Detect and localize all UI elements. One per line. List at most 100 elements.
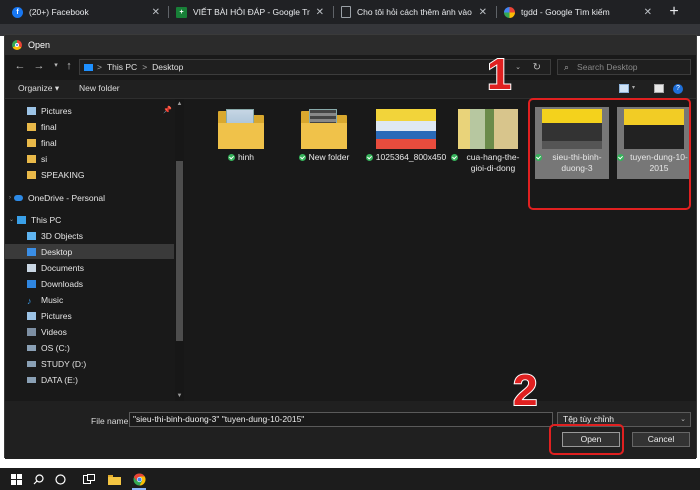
nav-item-label: Documents: [41, 262, 84, 273]
forward-arrow-icon[interactable]: →: [32, 59, 46, 73]
nav-pane-scrollbar[interactable]: ▲ ▼: [175, 99, 184, 401]
tab-google-search[interactable]: tgdd - Google Tìm kiếm ✕: [498, 2, 658, 22]
image-thumbnail: [376, 109, 436, 149]
task-switch-icon[interactable]: [81, 471, 97, 487]
search-icon[interactable]: [30, 471, 46, 487]
nav-item-label: OneDrive - Personal: [28, 192, 106, 203]
drive-icon: [27, 360, 36, 367]
sync-check-icon: [451, 154, 458, 161]
file-name-input[interactable]: "sieu-thi-binh-duong-3" "tuyen-dung-10-2…: [129, 412, 553, 427]
nav-item-onedrive[interactable]: › OneDrive - Personal: [9, 190, 173, 205]
pin-icon[interactable]: 📌: [163, 106, 172, 114]
nav-item-final-2[interactable]: final: [27, 135, 173, 150]
search-box[interactable]: ⌕ Search Desktop: [557, 59, 691, 75]
drive-icon: [27, 376, 36, 383]
breadcrumb-sep: >: [142, 62, 148, 72]
file-explorer-icon[interactable]: [106, 471, 122, 487]
annotation-step-2: 2: [512, 365, 539, 416]
drive-icon: [27, 344, 36, 351]
search-placeholder: Search Desktop: [577, 62, 638, 72]
nav-item-label: STUDY (D:): [41, 358, 87, 369]
nav-item-label: 3D Objects: [41, 230, 84, 241]
nav-item-data-e[interactable]: DATA (E:): [27, 372, 173, 387]
nav-item-label: final: [41, 121, 57, 132]
dialog-toolbar: Organize ▾ New folder ▾ ?: [5, 80, 696, 99]
pc-icon: [84, 63, 93, 71]
nav-item-desktop[interactable]: Desktop: [5, 244, 174, 259]
tab-title: VIẾT BÀI HỎI ĐÁP - Google Trang tính: [193, 7, 310, 17]
breadcrumb-this-pc[interactable]: This PC: [107, 62, 137, 72]
chevron-down-icon[interactable]: ⌄: [515, 63, 521, 71]
back-arrow-icon[interactable]: ←: [13, 59, 27, 73]
tab-separator: [496, 6, 497, 18]
chrome-icon[interactable]: [131, 471, 147, 490]
scrollbar-thumb[interactable]: [176, 161, 183, 341]
breadcrumb-desktop[interactable]: Desktop: [152, 62, 183, 72]
tab-facebook[interactable]: f (20+) Facebook ✕: [6, 2, 166, 22]
folder-icon: [27, 170, 36, 179]
nav-item-3d-objects[interactable]: 3D Objects: [27, 228, 173, 243]
scroll-up-icon[interactable]: ▲: [176, 101, 183, 107]
new-folder-button[interactable]: New folder: [79, 83, 120, 93]
expand-chevron-icon[interactable]: ›: [9, 195, 11, 201]
downloads-icon: [27, 279, 36, 288]
nav-item-label: final: [41, 137, 57, 148]
nav-item-label: Pictures: [41, 310, 72, 321]
close-icon[interactable]: ✕: [152, 7, 160, 18]
help-icon[interactable]: ?: [673, 84, 683, 94]
scroll-down-icon[interactable]: ▼: [176, 393, 183, 399]
up-arrow-icon[interactable]: ↑: [62, 59, 76, 73]
chevron-down-icon[interactable]: ▾: [632, 84, 635, 91]
annotation-box-open-button: [549, 424, 624, 455]
file-item-new-folder[interactable]: New folder: [287, 109, 361, 163]
refresh-icon[interactable]: ↻: [533, 62, 541, 73]
tab-google-sheets[interactable]: + VIẾT BÀI HỎI ĐÁP - Google Trang tính ✕: [170, 2, 330, 22]
tab-hoi-dap[interactable]: Cho tôi hỏi cách thêm ảnh vào a ✕: [335, 2, 493, 22]
windows-icon[interactable]: [8, 471, 24, 487]
navigation-pane: Pictures 📌 final final si SPEAKING › One…: [5, 99, 174, 401]
close-icon[interactable]: ✕: [316, 7, 324, 18]
image-thumbnail: [458, 109, 518, 149]
videos-icon: [27, 327, 36, 336]
nav-item-si[interactable]: si: [27, 151, 173, 166]
sync-check-icon: [298, 154, 306, 161]
nav-item-pictures-quick[interactable]: Pictures: [27, 103, 173, 118]
nav-item-videos[interactable]: Videos: [27, 324, 173, 339]
new-tab-button[interactable]: +: [664, 2, 684, 22]
nav-item-os-c[interactable]: OS (C:): [27, 340, 173, 355]
file-item-cua-hang[interactable]: cua-hang-the-gioi-di-dong: [451, 109, 525, 174]
organize-button[interactable]: Organize ▾: [18, 83, 59, 94]
nav-item-downloads[interactable]: Downloads: [27, 276, 173, 291]
cancel-button[interactable]: Cancel: [632, 432, 690, 447]
nav-item-pictures[interactable]: Pictures: [27, 308, 173, 323]
nav-item-study-d[interactable]: STUDY (D:): [27, 356, 173, 371]
nav-item-label: Videos: [41, 326, 67, 337]
preview-pane-icon[interactable]: [654, 84, 664, 93]
chevron-down-icon: ⌄: [680, 416, 686, 423]
file-item-1025364[interactable]: 1025364_800x450: [365, 109, 446, 163]
folder-icon: [218, 109, 264, 149]
task-view-icon[interactable]: [52, 471, 68, 487]
folder-icon: [301, 109, 347, 149]
search-icon: ⌕: [564, 61, 570, 72]
nav-item-label: Music: [41, 294, 64, 305]
view-options-icon[interactable]: [619, 84, 629, 93]
address-bar[interactable]: > This PC > Desktop ⌄ ↻: [79, 59, 551, 75]
nav-item-documents[interactable]: Documents: [27, 260, 173, 275]
file-item-hinh[interactable]: hinh: [204, 109, 278, 163]
documents-icon: [27, 263, 36, 272]
nav-item-music[interactable]: ♪ Music: [27, 292, 173, 307]
nav-item-speaking[interactable]: SPEAKING: [27, 167, 173, 182]
dialog-title-bar: Open: [5, 35, 696, 55]
sync-check-icon: [365, 154, 373, 161]
nav-item-this-pc[interactable]: ⌄ This PC: [9, 212, 173, 227]
recent-dropdown-icon[interactable]: ▾: [49, 59, 63, 73]
google-icon: [504, 6, 515, 18]
nav-item-final-1[interactable]: final: [27, 119, 173, 134]
folder-icon: [27, 154, 36, 163]
close-icon[interactable]: ✕: [479, 7, 487, 18]
collapse-chevron-icon[interactable]: ⌄: [9, 216, 14, 223]
folder-icon: [27, 122, 36, 131]
close-icon[interactable]: ✕: [644, 7, 652, 18]
pictures-icon: [27, 106, 36, 115]
